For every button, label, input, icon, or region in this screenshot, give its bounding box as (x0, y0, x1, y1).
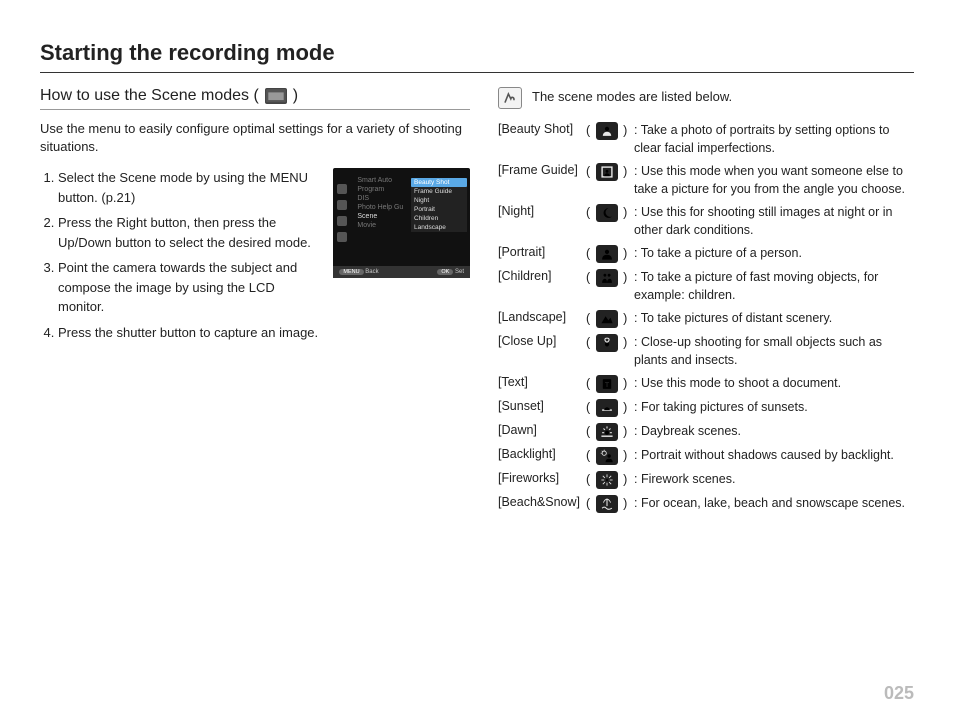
scene-label: [Fireworks] (498, 468, 586, 492)
right-column: The scene modes are listed below. T [Bea… (498, 87, 914, 516)
scene-desc: : Use this mode when you want someone el… (634, 160, 914, 201)
list-item: Press the shutter button to capture an i… (58, 323, 323, 343)
backlight-icon (596, 447, 618, 465)
page-title: Starting the recording mode (40, 40, 914, 73)
table-row: [Night]( ): Use this for shooting still … (498, 201, 914, 242)
scene-icon-cell: ( ) (586, 492, 634, 516)
steps-row: Select the Scene mode by using the MENU … (40, 168, 470, 348)
subheading-suffix: ) (293, 87, 298, 105)
menu-screenshot: Smart Auto Program DIS Photo Help Gu Sce… (333, 168, 470, 278)
table-row: [Frame Guide]( ): Use this mode when you… (498, 160, 914, 201)
scene-icon-cell: ( ) (586, 242, 634, 266)
menu-footer: MENU Back OK Set (333, 266, 470, 278)
beauty-icon (596, 122, 618, 140)
table-row: [Beach&Snow]( ): For ocean, lake, beach … (498, 492, 914, 516)
scene-icon-cell: ( ) (586, 420, 634, 444)
scene-desc: : Take a photo of portraits by setting o… (634, 119, 914, 160)
note-row: The scene modes are listed below. (498, 87, 914, 109)
landscape-icon (596, 310, 618, 328)
submenu-item-selected: Beauty Shot (411, 178, 467, 187)
frame-icon (596, 163, 618, 181)
scene-label: [Beauty Shot] (498, 119, 586, 160)
table-row: [Children]( ): To take a picture of fast… (498, 266, 914, 307)
content-columns: How to use the Scene modes ( ) Use the m… (40, 87, 914, 516)
table-row: [Backlight]( ): Portrait without shadows… (498, 444, 914, 468)
table-row: [Beauty Shot]( ): Take a photo of portra… (498, 119, 914, 160)
subheading-prefix: How to use the Scene modes ( (40, 87, 259, 105)
note-icon (498, 87, 522, 109)
table-row: [Fireworks]( ): Firework scenes. (498, 468, 914, 492)
fireworks-icon (596, 471, 618, 489)
beachsnow-icon (596, 495, 618, 513)
intro-text: Use the menu to easily configure optimal… (40, 120, 470, 156)
submenu-item: Portrait (411, 205, 467, 214)
scene-desc: : Firework scenes. (634, 468, 914, 492)
scene-desc: : To take pictures of distant scenery. (634, 307, 914, 331)
scene-label: [Frame Guide] (498, 160, 586, 201)
steps-list: Select the Scene mode by using the MENU … (40, 168, 323, 348)
menu-set-label: Set (455, 269, 464, 275)
submenu-item: Children (411, 214, 467, 223)
scene-icon (265, 88, 287, 104)
sunset-icon (596, 399, 618, 417)
portrait-icon (596, 245, 618, 263)
table-row: [Portrait]( ): To take a picture of a pe… (498, 242, 914, 266)
submenu-item: Frame Guide (411, 187, 467, 196)
scene-desc: : For ocean, lake, beach and snowscape s… (634, 492, 914, 516)
table-row: [Close Up]( ): Close-up shooting for sma… (498, 331, 914, 372)
scene-label: [Beach&Snow] (498, 492, 586, 516)
scene-desc: : Close-up shooting for small objects su… (634, 331, 914, 372)
scene-desc: : To take a picture of fast moving objec… (634, 266, 914, 307)
closeup-icon (596, 334, 618, 352)
scene-icon-cell: ( ) (586, 160, 634, 201)
scene-desc: : Daybreak scenes. (634, 420, 914, 444)
scene-label: [Close Up] (498, 331, 586, 372)
submenu-item: Night (411, 196, 467, 205)
children-icon (596, 269, 618, 287)
night-icon (596, 204, 618, 222)
submenu-item: Landscape (411, 223, 467, 232)
table-row: [Text]( ): Use this mode to shoot a docu… (498, 372, 914, 396)
list-item: Press the Right button, then press the U… (58, 213, 323, 252)
scene-label: [Backlight] (498, 444, 586, 468)
scene-icon-cell: ( ) (586, 372, 634, 396)
note-text: The scene modes are listed below. (532, 87, 732, 104)
scene-label: [Dawn] (498, 420, 586, 444)
scene-icon-cell: ( ) (586, 468, 634, 492)
page-number: 025 (884, 683, 914, 704)
scene-desc: : To take a picture of a person. (634, 242, 914, 266)
scene-icon-cell: ( ) (586, 201, 634, 242)
dawn-icon (596, 423, 618, 441)
list-item: Point the camera towards the subject and… (58, 258, 323, 317)
left-column: How to use the Scene modes ( ) Use the m… (40, 87, 470, 516)
scene-label: [Text] (498, 372, 586, 396)
scene-desc: : Portrait without shadows caused by bac… (634, 444, 914, 468)
scene-desc: : Use this for shooting still images at … (634, 201, 914, 242)
scene-desc: : Use this mode to shoot a document. (634, 372, 914, 396)
table-row: [Dawn]( ): Daybreak scenes. (498, 420, 914, 444)
scene-label: [Night] (498, 201, 586, 242)
scene-label: [Portrait] (498, 242, 586, 266)
text-icon (596, 375, 618, 393)
scene-icon-cell: ( ) (586, 396, 634, 420)
scene-label: [Sunset] (498, 396, 586, 420)
menu-back-btn: MENU (339, 269, 363, 275)
scene-label: [Children] (498, 266, 586, 307)
menu-ok-btn: OK (437, 269, 453, 275)
scene-icon-cell: ( ) (586, 266, 634, 307)
scene-icon-cell: ( ) (586, 307, 634, 331)
table-row: [Sunset]( ): For taking pictures of suns… (498, 396, 914, 420)
table-row: [Landscape]( ): To take pictures of dist… (498, 307, 914, 331)
scene-list-table: [Beauty Shot]( ): Take a photo of portra… (498, 119, 914, 516)
list-item: Select the Scene mode by using the MENU … (58, 168, 323, 207)
scene-label: [Landscape] (498, 307, 586, 331)
scene-desc: : For taking pictures of sunsets. (634, 396, 914, 420)
scene-icon-cell: ( ) (586, 119, 634, 160)
scene-icon-cell: ( ) (586, 331, 634, 372)
scene-icon-cell: ( ) (586, 444, 634, 468)
menu-back-label: Back (365, 269, 378, 275)
scene-subheading: How to use the Scene modes ( ) (40, 87, 470, 110)
